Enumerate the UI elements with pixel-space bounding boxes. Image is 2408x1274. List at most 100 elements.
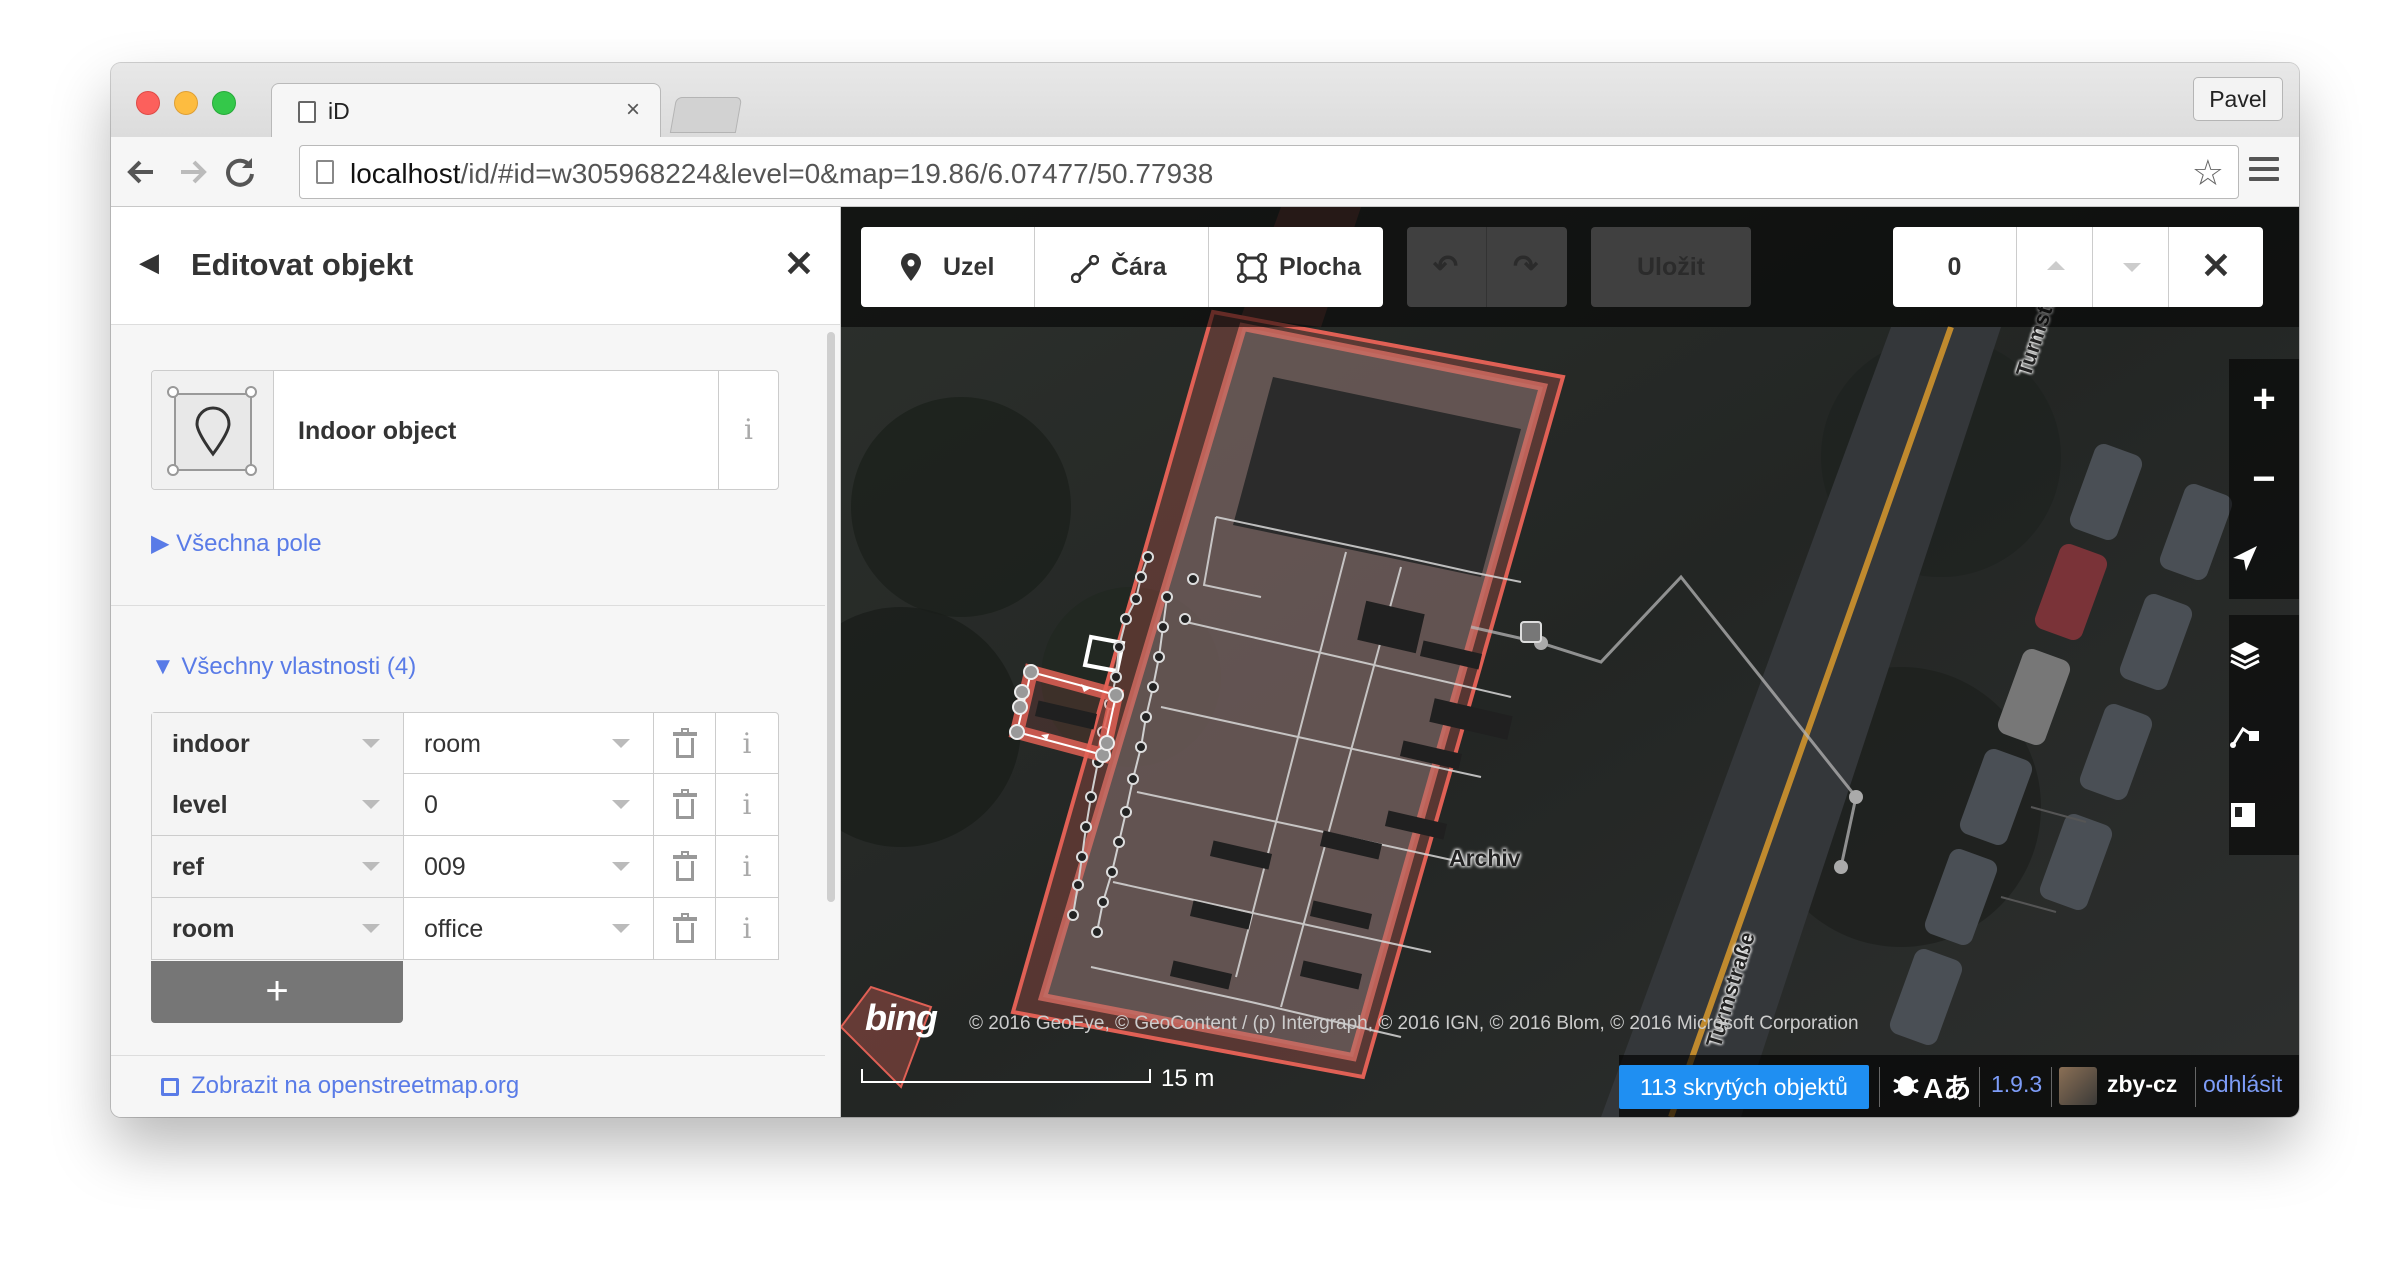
dropdown-caret-icon bbox=[362, 862, 380, 871]
tag-row: room office i bbox=[151, 898, 779, 960]
zoom-in-button[interactable]: + bbox=[2229, 359, 2299, 439]
version-link[interactable]: 1.9.3 bbox=[1991, 1071, 2042, 1098]
back-to-presets-icon[interactable]: ◀ bbox=[139, 247, 159, 278]
scale-label: 15 m bbox=[1161, 1065, 1215, 1092]
view-on-osm-link[interactable]: Zobrazit na openstreetmap.org bbox=[191, 1072, 519, 1100]
dropdown-caret-icon bbox=[612, 800, 630, 809]
tag-key-input[interactable]: room bbox=[152, 898, 404, 959]
trash-icon bbox=[673, 789, 697, 819]
profile-button[interactable]: Pavel bbox=[2193, 77, 2283, 121]
map-toolbar: Uzel Čára Plocha ↶ ↷ Uložit 0 ✕ bbox=[841, 207, 2299, 327]
bookmark-star-icon[interactable]: ☆ bbox=[2192, 152, 2224, 194]
all-fields-toggle[interactable]: ▶ Všechna pole bbox=[151, 529, 322, 558]
zoom-out-button[interactable]: − bbox=[2229, 439, 2299, 519]
redo-button[interactable]: ↷ bbox=[1487, 227, 1567, 307]
tag-key-input[interactable]: indoor bbox=[152, 713, 404, 774]
tag-info-icon[interactable]: i bbox=[716, 836, 778, 897]
inspector-header: ◀ Editovat objekt ✕ bbox=[111, 207, 840, 325]
add-tag-button[interactable]: + bbox=[151, 961, 403, 1023]
tab-strip: iD × Pavel bbox=[111, 63, 2299, 139]
map-data-button[interactable] bbox=[2229, 695, 2299, 775]
add-point-button[interactable]: Uzel bbox=[861, 227, 1035, 307]
back-arrow-icon[interactable] bbox=[123, 153, 161, 191]
browser-toolbar: localhost/id/#id=w305968224&level=0&map=… bbox=[111, 137, 2299, 207]
tag-info-icon[interactable]: i bbox=[716, 898, 778, 959]
background-layers-button[interactable] bbox=[2229, 615, 2299, 695]
address-bar[interactable]: localhost/id/#id=w305968224&level=0&map=… bbox=[299, 145, 2239, 199]
delete-tag-button[interactable] bbox=[654, 898, 716, 959]
username-link[interactable]: zby-cz bbox=[2107, 1071, 2177, 1098]
preset-selector[interactable]: Indoor object i bbox=[151, 370, 779, 490]
tag-value-input[interactable]: room bbox=[404, 713, 654, 774]
map-imagery bbox=[841, 207, 2299, 1117]
trash-icon bbox=[673, 851, 697, 881]
map-pin-icon bbox=[901, 253, 921, 281]
new-tab-button[interactable] bbox=[669, 97, 743, 133]
tag-row: level 0 i bbox=[151, 774, 779, 836]
dropdown-caret-icon bbox=[362, 924, 380, 933]
delete-tag-button[interactable] bbox=[654, 836, 716, 897]
tag-value-input[interactable]: 0 bbox=[404, 774, 654, 835]
hidden-objects-badge[interactable]: 113 skrytých objektů bbox=[1619, 1065, 1869, 1109]
map-footer: 113 skrytých objektů Aあ 1.9.3 zby-cz odh… bbox=[1619, 1055, 2299, 1117]
id-editor: ◀ Editovat objekt ✕ Indoor object i ▶ Vš… bbox=[111, 207, 2299, 1117]
dropdown-caret-icon bbox=[612, 924, 630, 933]
tab-title: iD bbox=[328, 98, 350, 124]
reload-icon[interactable] bbox=[221, 153, 259, 191]
dropdown-caret-icon bbox=[612, 739, 630, 748]
level-close-button[interactable]: ✕ bbox=[2169, 227, 2263, 307]
close-window-button[interactable] bbox=[136, 91, 160, 115]
tag-key-input[interactable]: level bbox=[152, 774, 404, 835]
tag-editor: indoor room i level 0 i ref 009 i room o… bbox=[151, 712, 779, 960]
page-icon bbox=[298, 101, 316, 123]
url-text[interactable]: localhost/id/#id=w305968224&level=0&map=… bbox=[350, 158, 1213, 190]
menu-hamburger-icon[interactable] bbox=[2249, 157, 2279, 185]
trash-icon bbox=[673, 913, 697, 943]
level-down-button[interactable] bbox=[2093, 227, 2169, 307]
trash-icon bbox=[673, 728, 697, 758]
sidebar-scrollbar[interactable] bbox=[827, 332, 835, 902]
delete-tag-button[interactable] bbox=[654, 774, 716, 835]
dropdown-caret-icon bbox=[362, 800, 380, 809]
inspector-sidebar: ◀ Editovat objekt ✕ Indoor object i ▶ Vš… bbox=[111, 207, 841, 1117]
translate-icon[interactable]: Aあ bbox=[1923, 1067, 1971, 1107]
all-tags-toggle[interactable]: ▼ Všechny vlastnosti (4) bbox=[151, 653, 416, 681]
forward-arrow-icon[interactable] bbox=[173, 153, 211, 191]
browser-tab[interactable]: iD × bbox=[271, 83, 661, 139]
area-preset-icon bbox=[152, 371, 274, 489]
book-icon bbox=[2231, 803, 2255, 827]
inspector-footer: Zobrazit na openstreetmap.org bbox=[111, 1055, 825, 1117]
save-button[interactable]: Uložit bbox=[1591, 227, 1751, 307]
undo-button[interactable]: ↶ bbox=[1407, 227, 1487, 307]
external-link-icon bbox=[161, 1078, 179, 1096]
tag-info-icon[interactable]: i bbox=[716, 713, 778, 774]
zoom-window-button[interactable] bbox=[212, 91, 236, 115]
imagery-attribution[interactable]: © 2016 GeoEye, © GeoContent / (p) Interg… bbox=[969, 1013, 1859, 1035]
tag-value-input[interactable]: 009 bbox=[404, 836, 654, 897]
close-inspector-icon[interactable]: ✕ bbox=[784, 243, 814, 285]
tab-close-icon[interactable]: × bbox=[626, 96, 640, 124]
browser-window: iD × Pavel localhost/id/#id=w305968224&l… bbox=[111, 63, 2299, 1117]
location-arrow-icon bbox=[2233, 546, 2257, 571]
logout-link[interactable]: odhlásit bbox=[2203, 1071, 2282, 1098]
help-button[interactable] bbox=[2229, 775, 2299, 855]
scale-bar bbox=[861, 1069, 1151, 1083]
tag-value-input[interactable]: office bbox=[404, 898, 654, 959]
section-divider bbox=[111, 605, 825, 606]
add-line-button[interactable]: Čára bbox=[1035, 227, 1209, 307]
level-input[interactable]: 0 bbox=[1893, 227, 2017, 307]
level-up-button[interactable] bbox=[2017, 227, 2093, 307]
add-area-button[interactable]: Plocha bbox=[1209, 227, 1383, 307]
preset-info-icon[interactable]: i bbox=[718, 371, 778, 489]
tag-info-icon[interactable]: i bbox=[716, 774, 778, 835]
minimize-window-button[interactable] bbox=[174, 91, 198, 115]
geolocate-button[interactable] bbox=[2229, 519, 2299, 599]
tag-key-input[interactable]: ref bbox=[152, 836, 404, 897]
delete-tag-button[interactable] bbox=[654, 713, 716, 774]
map-pin-icon bbox=[195, 406, 231, 457]
map-data-icon bbox=[2230, 726, 2259, 748]
user-avatar bbox=[2059, 1067, 2097, 1105]
dropdown-caret-icon bbox=[612, 862, 630, 871]
undo-icon: ↶ bbox=[1433, 250, 1459, 283]
map-canvas[interactable]: Turmstr Turmstraße Archiv Uzel Čára Ploc… bbox=[841, 207, 2299, 1117]
